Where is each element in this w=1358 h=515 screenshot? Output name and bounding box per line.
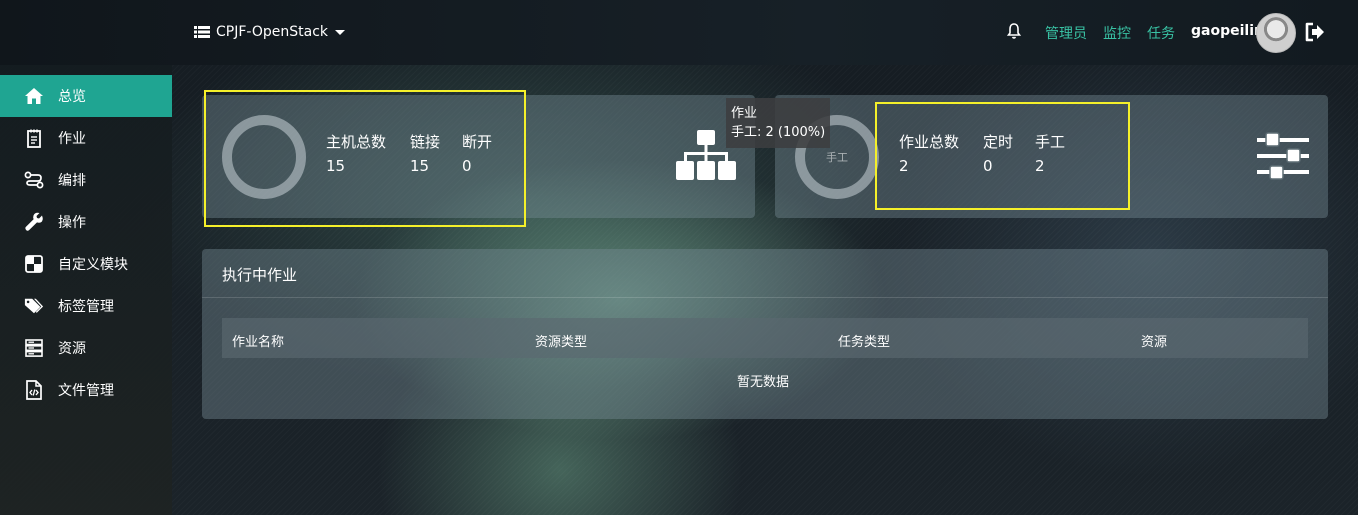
admin-link[interactable]: 管理员 bbox=[1045, 23, 1087, 43]
sidebar-item-operations[interactable]: 操作 bbox=[0, 201, 172, 243]
sidebar-item-label: 标签管理 bbox=[58, 299, 114, 315]
wrench-icon bbox=[24, 212, 44, 232]
column-task-type[interactable]: 任务类型 bbox=[838, 331, 890, 350]
avatar[interactable] bbox=[1256, 13, 1296, 53]
sliders-icon bbox=[1257, 132, 1309, 180]
sidebar-item-orchestration[interactable]: 编排 bbox=[0, 159, 172, 201]
panel-divider bbox=[202, 297, 1328, 298]
chart-tooltip: 作业 手工: 2 (100%) bbox=[726, 98, 830, 148]
sidebar-item-label: 作业 bbox=[58, 131, 86, 147]
sidebar-item-tags[interactable]: 标签管理 bbox=[0, 285, 172, 327]
monitor-link[interactable]: 监控 bbox=[1103, 23, 1131, 43]
sidebar-item-label: 编排 bbox=[58, 173, 86, 189]
project-selector[interactable]: CPJF-OpenStack bbox=[194, 22, 345, 42]
panel-title: 执行中作业 bbox=[222, 266, 298, 284]
home-icon bbox=[24, 86, 44, 106]
tags-icon bbox=[24, 296, 44, 316]
module-icon bbox=[24, 254, 44, 274]
file-code-icon bbox=[24, 380, 44, 400]
top-header: CPJF-OpenStack 管理员 监控 任务 gaopeilin bbox=[0, 0, 1358, 65]
project-name: CPJF-OpenStack bbox=[216, 24, 328, 40]
tooltip-text: 手工: 2 (100%) bbox=[731, 125, 826, 140]
username[interactable]: gaopeilin bbox=[1191, 23, 1264, 39]
sidebar-item-label: 文件管理 bbox=[58, 383, 114, 399]
tooltip-title: 作业 bbox=[731, 106, 758, 121]
notebook-icon bbox=[24, 128, 44, 148]
column-resource-type[interactable]: 资源类型 bbox=[535, 331, 587, 350]
sidebar-item-jobs[interactable]: 作业 bbox=[0, 117, 172, 159]
sidebar-item-overview[interactable]: 总览 bbox=[0, 75, 172, 117]
empty-state-text: 暂无数据 bbox=[737, 375, 790, 390]
sidebar-item-label: 总览 bbox=[58, 89, 86, 105]
sidebar-item-label: 操作 bbox=[58, 215, 86, 231]
sidebar-item-custom-modules[interactable]: 自定义模块 bbox=[0, 243, 172, 285]
tasks-link[interactable]: 任务 bbox=[1147, 23, 1175, 43]
bell-icon[interactable] bbox=[1006, 22, 1022, 40]
ring-label: 手工 bbox=[826, 151, 848, 164]
route-icon bbox=[24, 170, 44, 190]
sidebar-item-label: 资源 bbox=[58, 341, 86, 357]
sidebar-item-file-management[interactable]: 文件管理 bbox=[0, 369, 172, 411]
hosts-stats-highlight bbox=[204, 90, 526, 227]
jobs-stats-highlight bbox=[875, 102, 1130, 210]
column-job-name[interactable]: 作业名称 bbox=[232, 331, 284, 350]
server-icon bbox=[24, 338, 44, 358]
logout-icon[interactable] bbox=[1304, 21, 1326, 43]
sidebar-item-resources[interactable]: 资源 bbox=[0, 327, 172, 369]
sidebar-item-label: 自定义模块 bbox=[58, 257, 128, 273]
list-icon bbox=[194, 26, 210, 38]
column-resource[interactable]: 资源 bbox=[1141, 331, 1167, 350]
chevron-down-icon bbox=[335, 29, 345, 35]
